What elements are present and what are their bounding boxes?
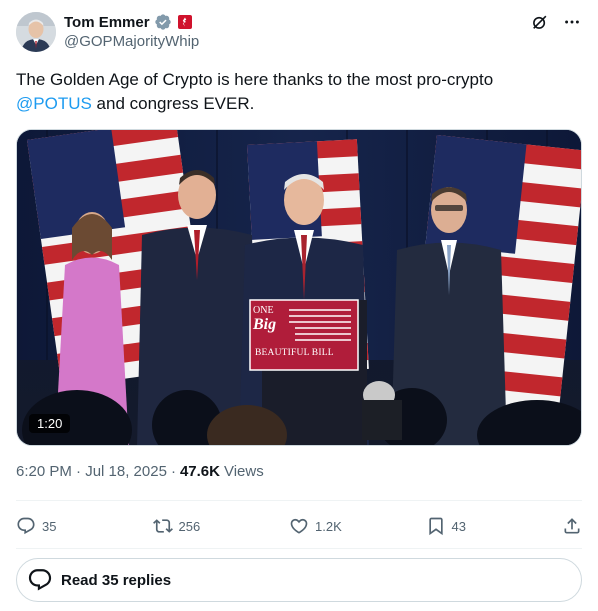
repost-count: 256 xyxy=(178,518,201,534)
video-duration: 1:20 xyxy=(29,414,71,433)
podium-sign-line2: Big xyxy=(253,316,277,333)
avatar-image xyxy=(16,12,56,52)
reply-button[interactable]: 35 xyxy=(16,516,86,536)
reply-count: 35 xyxy=(42,518,57,534)
repost-icon xyxy=(152,519,173,533)
action-bar: 35 256 1.2K 43 xyxy=(16,510,582,542)
views-label: Views xyxy=(223,463,264,480)
like-count: 1.2K xyxy=(315,518,342,534)
tweet-text-line1: The Golden Age of Crypto is here thanks … xyxy=(16,70,494,89)
tweet-text-line2: @POTUS and congress EVER. xyxy=(16,92,582,116)
meta-separator: · xyxy=(170,463,176,480)
verified-badge-icon xyxy=(154,13,172,31)
read-replies-button[interactable]: Read 35 replies xyxy=(16,558,582,602)
share-icon xyxy=(564,518,580,534)
avatar[interactable] xyxy=(16,12,56,52)
more-options-icon[interactable] xyxy=(562,12,582,32)
tweet-text-tail: and congress EVER. xyxy=(91,94,255,113)
divider-bottom xyxy=(16,548,582,549)
like-button[interactable]: 1.2K xyxy=(289,516,359,536)
grok-icon[interactable] xyxy=(530,12,550,32)
author-name[interactable]: Tom Emmer xyxy=(64,14,150,31)
timestamp[interactable]: 6:20 PM · Jul 18, 2025 xyxy=(16,463,167,480)
author-name-row: Tom Emmer xyxy=(64,12,192,32)
reply-icon xyxy=(17,517,35,535)
podium-sign-line3: BEAUTIFUL BILL xyxy=(255,348,334,358)
podium-sign: ONE Big xyxy=(253,306,293,333)
video-frame xyxy=(17,130,581,445)
views-count: 47.6K xyxy=(179,463,220,480)
share-button[interactable] xyxy=(562,516,582,536)
bookmark-count: 43 xyxy=(451,518,466,534)
chat-bubble-icon xyxy=(28,569,52,591)
tweet-text: The Golden Age of Crypto is here thanks … xyxy=(16,68,582,116)
video-player[interactable]: ONE Big BEAUTIFUL BILL 1:20 xyxy=(16,129,582,446)
tweet-meta: 6:20 PM · Jul 18, 2025 · 47.6K Views xyxy=(16,463,264,480)
mention-link[interactable]: @POTUS xyxy=(16,94,92,113)
podium-sign-line1: ONE xyxy=(253,305,274,316)
bookmark-icon xyxy=(428,517,443,536)
bookmark-button[interactable]: 43 xyxy=(426,516,496,536)
read-replies-label: Read 35 replies xyxy=(61,571,172,589)
government-badge-icon xyxy=(177,15,192,29)
heart-icon xyxy=(290,518,308,534)
repost-button[interactable]: 256 xyxy=(152,516,223,536)
divider-top xyxy=(16,500,582,501)
top-icons xyxy=(530,12,582,32)
author-handle[interactable]: @GOPMajorityWhip xyxy=(64,33,199,50)
